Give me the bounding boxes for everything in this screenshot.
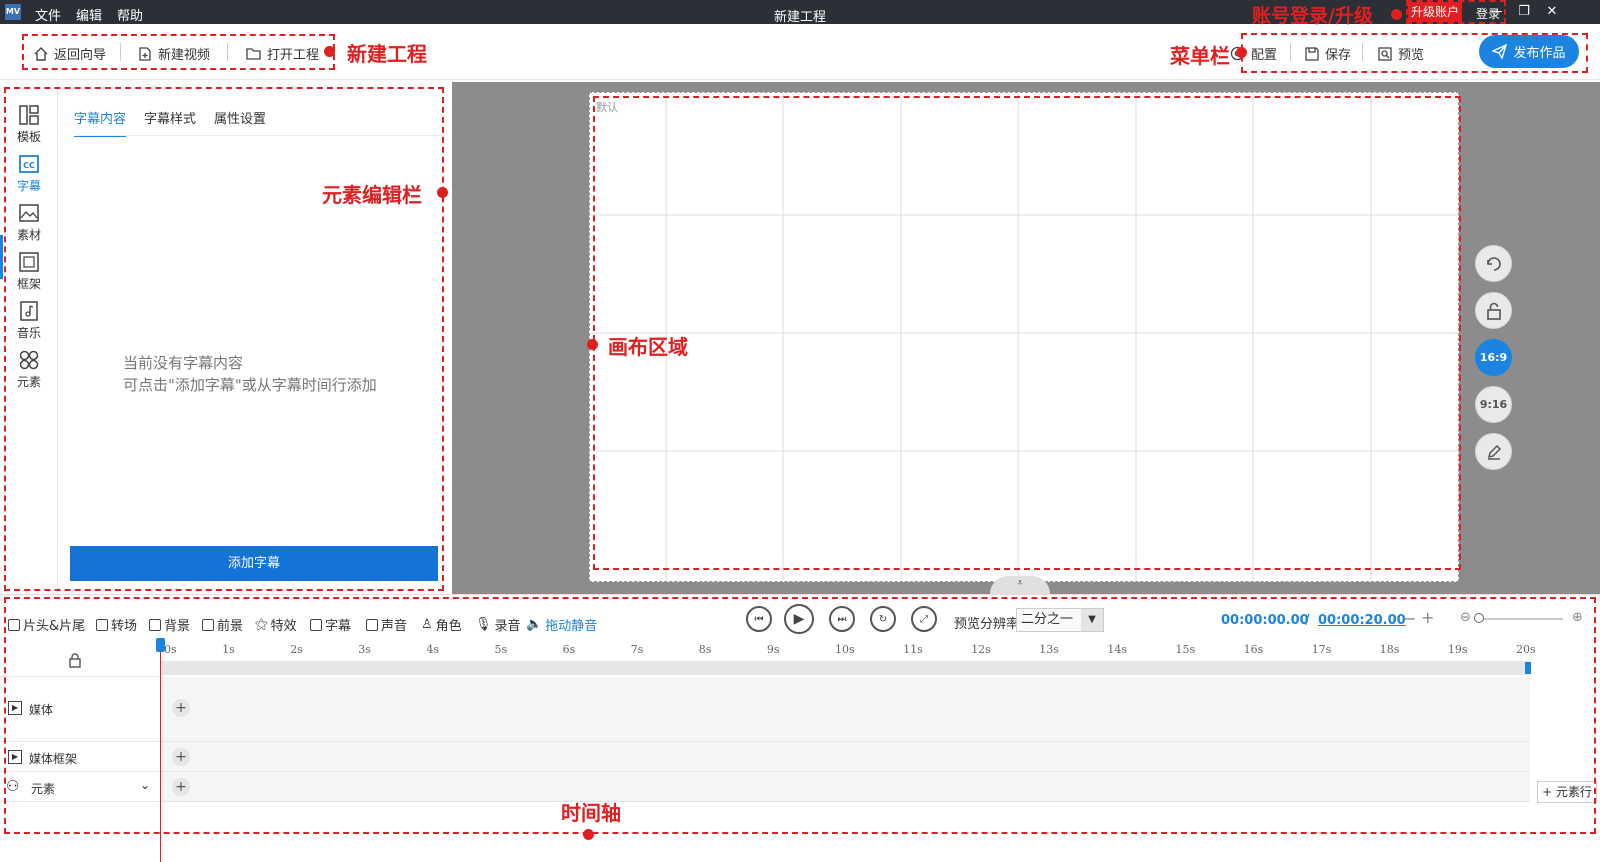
- annotation-timeline: 时间轴: [561, 801, 621, 825]
- annotation-element-editor: 元素编辑栏: [322, 183, 422, 207]
- annotation-box-timeline: [4, 597, 1596, 834]
- annotation-dot: [437, 187, 448, 198]
- collapse-timeline-button[interactable]: ⩡: [990, 576, 1050, 594]
- annotation-dot: [587, 339, 598, 350]
- rotate-button[interactable]: [1475, 245, 1512, 282]
- ratio-16-9-button[interactable]: 16:9: [1475, 339, 1512, 376]
- annotation-dot: [583, 829, 594, 840]
- pencil-icon: [1487, 444, 1501, 460]
- ratio-9-16-button[interactable]: 9:16: [1475, 386, 1512, 423]
- restore-icon[interactable]: ❐: [1512, 2, 1536, 22]
- chevron-down-icon: ⩡: [1016, 576, 1024, 589]
- lock-button[interactable]: [1475, 292, 1512, 329]
- close-icon[interactable]: ✕: [1540, 2, 1564, 22]
- annotation-menu-bar: 菜单栏: [1170, 44, 1230, 68]
- annotation-box-menu: [1241, 33, 1588, 73]
- rotate-icon: [1486, 256, 1501, 271]
- annotation-box-new-project: [22, 34, 335, 70]
- annotation-dot: [1391, 9, 1402, 20]
- annotation-canvas: 画布区域: [608, 335, 688, 359]
- annotation-dot: [1236, 47, 1247, 58]
- annotation-account: 账号登录/升级: [1252, 5, 1373, 27]
- annotation-dot: [324, 46, 335, 57]
- edit-button[interactable]: [1475, 433, 1512, 470]
- annotation-new-project: 新建工程: [347, 42, 427, 66]
- annotation-box-account: [1406, 0, 1506, 24]
- annotation-box-canvas: [593, 96, 1461, 570]
- annotation-box-editor: [4, 87, 444, 591]
- unlock-icon: [1486, 302, 1501, 320]
